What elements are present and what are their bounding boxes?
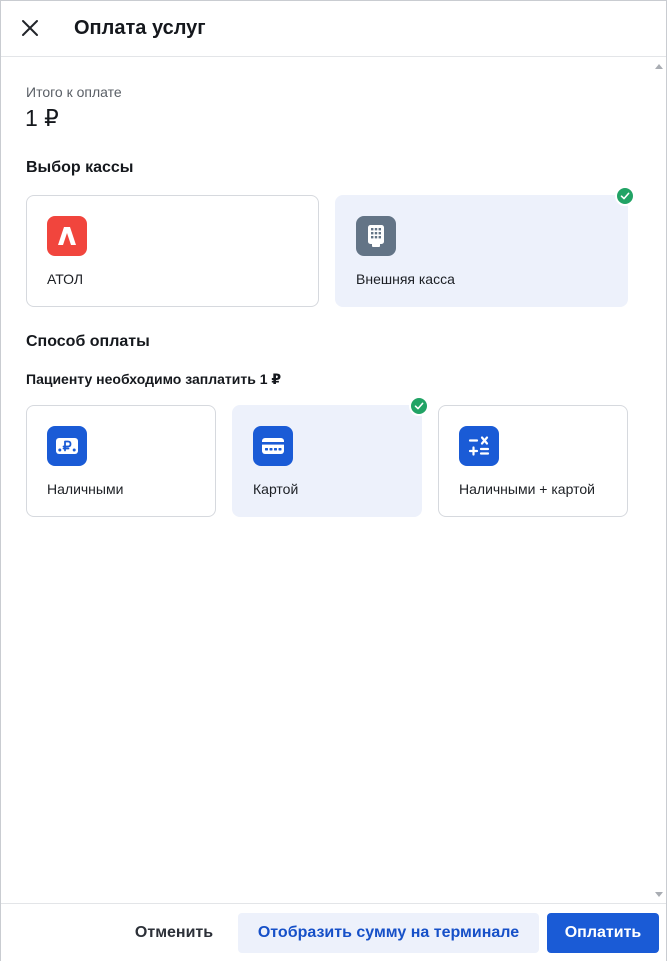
dialog-header: Оплата услуг <box>1 1 666 57</box>
atol-logo-icon <box>47 216 87 256</box>
payment-option-mixed[interactable]: Наличными + картой <box>438 405 628 517</box>
register-option-atol[interactable]: АТОЛ <box>26 195 319 307</box>
show-on-terminal-button[interactable]: Отобразить сумму на терминале <box>238 913 539 953</box>
total-amount: 1 ₽ <box>25 105 59 131</box>
selected-check-icon <box>409 396 429 416</box>
register-option-label: АТОЛ <box>47 271 84 287</box>
payment-option-label: Наличными <box>47 481 124 497</box>
dialog-content: Итого к оплате 1 ₽ Выбор кассы АТОЛ Внеш… <box>1 58 653 903</box>
register-option-external[interactable]: Внешняя касса <box>335 195 628 307</box>
payment-option-label: Картой <box>253 481 299 497</box>
payment-option-label: Наличными + картой <box>459 481 595 497</box>
calculator-icon <box>459 426 499 466</box>
dialog-footer: Отменить Отобразить сумму на терминале О… <box>1 903 666 961</box>
scroll-down-arrow-icon[interactable] <box>655 892 663 897</box>
payment-hint: Пациенту необходимо заплатить 1 ₽ <box>26 371 282 387</box>
register-section-title: Выбор кассы <box>26 159 134 176</box>
card-icon <box>253 426 293 466</box>
payment-option-card[interactable]: Картой <box>232 405 422 517</box>
close-button[interactable] <box>15 13 45 43</box>
cash-register-icon <box>356 216 396 256</box>
close-icon <box>22 20 38 36</box>
register-option-label: Внешняя касса <box>356 271 455 287</box>
scrollbar[interactable] <box>653 58 665 903</box>
cancel-button[interactable]: Отменить <box>119 913 229 953</box>
pay-button[interactable]: Оплатить <box>547 913 659 953</box>
total-label: Итого к оплате <box>26 84 122 100</box>
payment-dialog: Оплата услуг Итого к оплате 1 ₽ Выбор ка… <box>0 0 667 961</box>
selected-check-icon <box>615 186 635 206</box>
scroll-up-arrow-icon[interactable] <box>655 64 663 69</box>
payment-section-title: Способ оплаты <box>26 333 150 350</box>
payment-option-cash[interactable]: Наличными <box>26 405 216 517</box>
dialog-title: Оплата услуг <box>74 17 206 39</box>
cash-icon <box>47 426 87 466</box>
